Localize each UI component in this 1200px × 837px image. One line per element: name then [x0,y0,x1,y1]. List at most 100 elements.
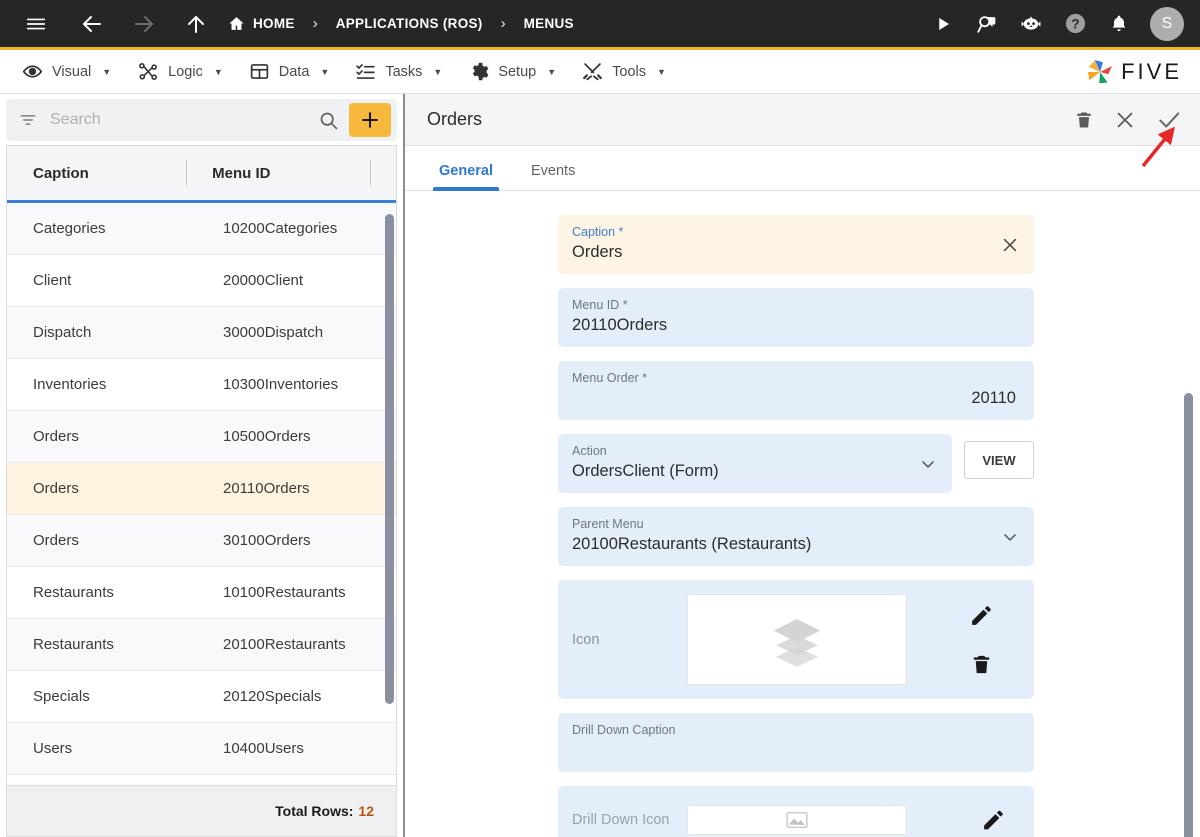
tab-general[interactable]: General [433,163,499,191]
breadcrumb-separator: › [312,15,318,32]
hamburger-icon[interactable] [16,4,56,44]
avatar[interactable]: S [1150,6,1184,41]
icon-preview[interactable] [687,594,907,685]
forward-arrow-icon[interactable] [124,4,164,44]
menu-logic[interactable]: Logic ▼ [129,50,241,94]
cell-menu-id: 10200Categories [223,220,338,237]
close-icon[interactable] [1114,109,1136,131]
column-header-caption[interactable]: Caption [7,146,186,200]
detail-tabs: General Events [405,146,1200,191]
view-button[interactable]: VIEW [964,441,1034,479]
search-icon[interactable] [308,110,349,131]
chevron-down-icon: ▼ [657,66,666,77]
application-window: HOME › APPLICATIONS (ROS) › MENUS ? S Vi… [0,0,1200,837]
field-menu-order[interactable]: Menu Order * 20110 [558,361,1034,420]
cell-menu-id: 20000Client [223,272,304,289]
field-caption[interactable]: Caption * Orders [558,215,1034,274]
svg-text:?: ? [1071,16,1079,31]
edit-pencil-icon[interactable] [981,808,1006,833]
table-row[interactable]: Dispatch 30000Dispatch [7,307,396,359]
brand-logo: FIVE [1085,57,1182,87]
chevron-down-icon[interactable] [1000,527,1020,547]
cell-caption: Inventories [33,376,107,393]
cell-menu-id: 10100Restaurants [223,584,346,601]
brand-text: FIVE [1121,58,1182,84]
field-label: Caption * [572,225,624,239]
field-label: Action [572,444,607,458]
table-row[interactable]: Orders 10500Orders [7,411,396,463]
table-row[interactable]: Restaurants 20100Restaurants [7,619,396,671]
field-value: 20110 [971,389,1016,407]
image-placeholder-icon [786,811,808,829]
menu-tasks[interactable]: Tasks ▼ [347,50,460,94]
table-row[interactable]: Specials 20120Specials [7,671,396,723]
edit-pencil-icon[interactable] [969,603,994,628]
play-icon[interactable] [926,7,960,41]
filter-icon[interactable] [18,110,38,130]
menu-setup[interactable]: Setup ▼ [460,50,574,94]
menu-data[interactable]: Data ▼ [241,50,348,94]
chevron-down-icon: ▼ [433,66,443,77]
cell-menu-id: 30000Dispatch [223,324,324,341]
table-row[interactable]: Categories 10200Categories [7,203,396,255]
back-arrow-icon[interactable] [72,4,112,44]
cell-caption: Restaurants [33,584,114,601]
column-header-spacer [370,146,396,200]
field-parent-menu[interactable]: Parent Menu 20100Restaurants (Restaurant… [558,507,1034,566]
total-rows-value: 12 [358,803,374,819]
trash-icon[interactable] [970,653,993,676]
robot-icon[interactable] [1014,7,1048,41]
add-record-button[interactable] [349,103,391,137]
clear-icon[interactable] [1000,235,1020,255]
up-arrow-icon[interactable] [176,4,216,44]
field-value: OrdersClient (Form) [572,462,719,480]
table-row[interactable]: Inventories 10300Inventories [7,359,396,411]
drill-icon-preview[interactable] [687,805,907,835]
cell-caption: Restaurants [33,636,114,653]
bell-icon[interactable] [1102,7,1136,41]
trash-icon[interactable] [1074,110,1094,130]
column-header-menu-id[interactable]: Menu ID [186,146,370,200]
breadcrumb-label: MENUS [523,16,574,31]
cell-menu-id: 10500Orders [223,428,311,445]
field-action[interactable]: Action OrdersClient (Form) [558,434,952,493]
breadcrumb-item-menus[interactable]: MENUS [518,16,580,31]
menu-label: Tools [612,63,646,80]
field-drill-down-caption[interactable]: Drill Down Caption [558,713,1034,772]
table-row[interactable]: Orders 30100Orders [7,515,396,567]
search-input[interactable] [50,111,308,129]
field-label: Menu Order * [572,371,648,385]
chevron-down-icon[interactable] [918,454,938,474]
main-menu-bar: Visual ▼ Logic ▼ Data ▼ Tasks ▼ Setup ▼ … [0,50,1200,94]
breadcrumb-label: APPLICATIONS (ROS) [335,16,483,31]
top-navigation-bar: HOME › APPLICATIONS (ROS) › MENUS ? S [0,0,1200,50]
detail-header: Orders [405,94,1200,146]
list-scrollbar-thumb[interactable] [385,214,394,704]
field-value: Orders [572,243,623,261]
grid-footer: Total Rows: 12 [7,785,396,836]
tools-icon [582,61,603,82]
form-column: Caption * Orders Menu ID * 20110Orders M… [558,215,1034,837]
check-icon[interactable] [1156,107,1182,133]
cell-menu-id: 30100Orders [223,532,311,549]
menu-tools[interactable]: Tools ▼ [574,50,684,94]
total-rows-label: Total Rows: [275,803,354,819]
column-header-label: Menu ID [212,164,271,182]
menu-visual[interactable]: Visual ▼ [14,50,129,94]
table-row[interactable]: Client 20000Client [7,255,396,307]
cell-caption: Dispatch [33,324,92,341]
breadcrumb-item-home[interactable]: HOME [222,15,301,32]
table-row[interactable]: Users 10400Users [7,723,396,775]
tab-events[interactable]: Events [525,163,581,190]
field-menu-id[interactable]: Menu ID * 20110Orders [558,288,1034,347]
breadcrumb-separator: › [500,15,506,32]
detail-actions [1074,107,1182,133]
table-row[interactable]: Orders 20110Orders [7,463,396,515]
table-row[interactable]: Restaurants 10100Restaurants [7,567,396,619]
field-icon: Icon [558,580,1034,699]
help-icon[interactable]: ? [1058,7,1092,41]
search-chat-icon[interactable] [970,7,1004,41]
five-pinwheel-icon [1085,57,1115,87]
breadcrumb-item-applications[interactable]: APPLICATIONS (ROS) [330,16,489,31]
form-scrollbar-thumb[interactable] [1184,393,1193,837]
